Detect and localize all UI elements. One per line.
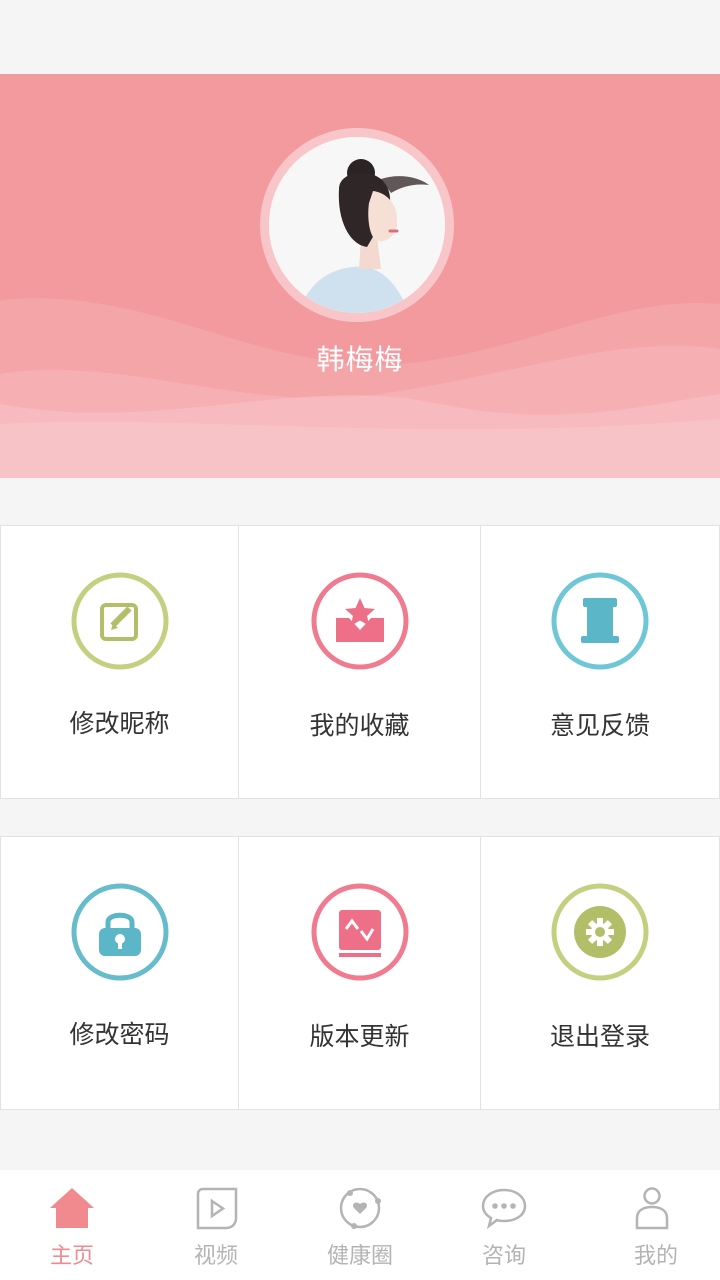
tab-label: 我的 <box>633 1244 678 1269</box>
update-icon <box>311 883 409 981</box>
scroll-icon <box>551 572 649 670</box>
menu-label: 修改密码 <box>69 1020 170 1049</box>
menu-label: 退出登录 <box>549 1022 650 1051</box>
profile-banner: 韩梅梅 <box>0 74 720 478</box>
tab-label: 咨询 <box>481 1244 526 1269</box>
avatar-image <box>269 137 445 313</box>
tab-home[interactable]: 主页 <box>0 1170 144 1280</box>
menu-my-favorites[interactable]: 我的收藏 <box>238 526 480 798</box>
tab-label: 视频 <box>193 1244 238 1269</box>
avatar-ring[interactable] <box>260 128 454 322</box>
menu-label: 版本更新 <box>309 1022 410 1051</box>
tab-label: 健康圈 <box>326 1244 393 1269</box>
health-circle-icon <box>339 1187 381 1229</box>
menu-edit-nickname[interactable]: 修改昵称 <box>0 526 238 798</box>
tab-health-circle[interactable]: 健康圈 <box>288 1170 432 1280</box>
menu-label: 我的收藏 <box>309 711 410 740</box>
username: 韩梅梅 <box>316 343 404 376</box>
user-icon <box>635 1187 669 1230</box>
video-icon <box>196 1187 238 1230</box>
menu-change-password[interactable]: 修改密码 <box>0 837 238 1109</box>
menu-grid-row1: 修改昵称 我的收藏 意见反馈 <box>0 525 720 799</box>
menu-feedback[interactable]: 意见反馈 <box>480 526 720 798</box>
bottom-tab-bar: 主页 视频 健康圈 咨询 我的 <box>0 1170 720 1280</box>
tab-consult[interactable]: 咨询 <box>432 1170 576 1280</box>
menu-label: 意见反馈 <box>549 711 650 740</box>
avatar[interactable] <box>269 137 445 313</box>
lock-icon <box>71 883 169 981</box>
home-icon <box>50 1188 94 1228</box>
menu-version-update[interactable]: 版本更新 <box>238 837 480 1109</box>
chat-icon <box>481 1188 527 1230</box>
star-inbox-icon <box>311 572 409 670</box>
tab-label: 主页 <box>49 1244 94 1269</box>
gear-icon <box>551 883 649 981</box>
menu-logout[interactable]: 退出登录 <box>480 837 720 1109</box>
tab-mine[interactable]: 我的 <box>576 1170 720 1280</box>
menu-label: 修改昵称 <box>69 709 170 738</box>
edit-icon <box>71 572 169 670</box>
tab-video[interactable]: 视频 <box>144 1170 288 1280</box>
menu-grid-row2: 修改密码 版本更新 退出登录 <box>0 836 720 1110</box>
